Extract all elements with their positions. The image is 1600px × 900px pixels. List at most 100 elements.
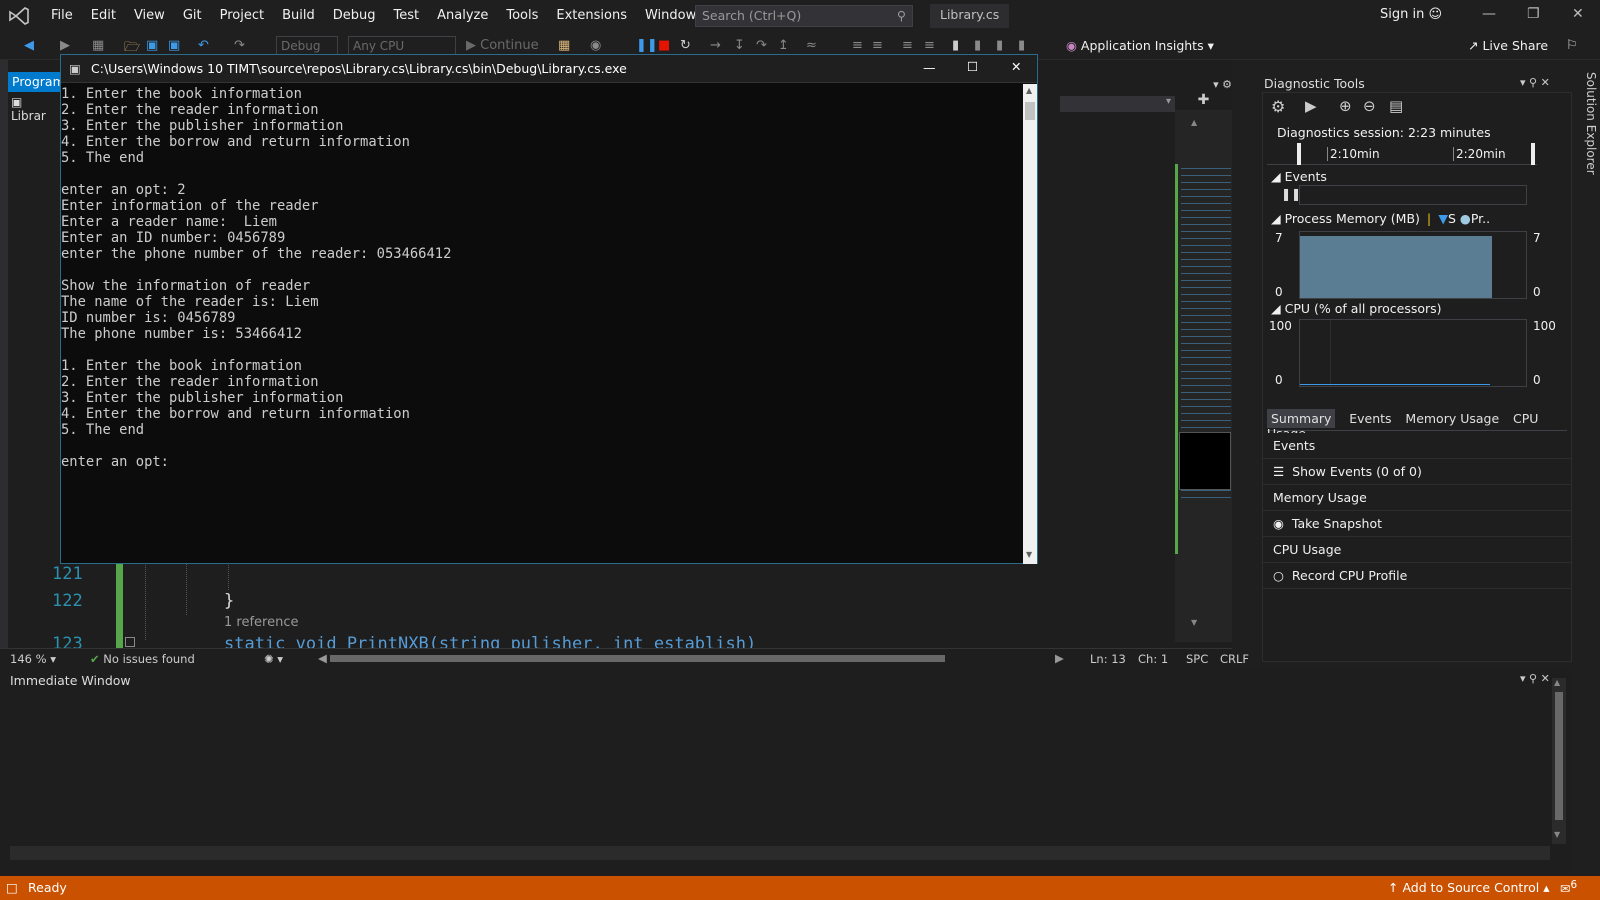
undo-icon[interactable]: ↶ [198, 38, 209, 53]
diag-window-controls[interactable]: ▾ ⚲ ✕ [1520, 76, 1550, 89]
comment-icon[interactable]: ≡ [852, 38, 863, 53]
tab-program[interactable]: Program [8, 72, 65, 92]
new-project-icon[interactable]: ▦ [92, 38, 104, 53]
immediate-scroll-thumb[interactable] [1555, 692, 1563, 820]
immediate-window[interactable]: Immediate Window ▾ ⚲ ✕ ▲ ▼ [0, 668, 1572, 876]
console-scroll-thumb[interactable] [1025, 102, 1035, 120]
memory-chart[interactable] [1299, 231, 1527, 299]
scroll-left-icon[interactable]: ◀ [318, 651, 327, 665]
console-close-icon[interactable]: ✕ [1011, 59, 1021, 74]
console-title-bar[interactable]: ▣ C:\Users\Windows 10 TIMT\source\repos\… [61, 55, 1037, 83]
code-line[interactable]: static void PrintNXB(string pulisher, in… [224, 634, 756, 648]
feedback-icon[interactable]: ⚐ [1566, 38, 1578, 53]
immediate-scroll-down-icon[interactable]: ▼ [1554, 830, 1560, 839]
stop-icon[interactable]: ■ [658, 38, 670, 53]
platform-dropdown[interactable]: Any CPU [348, 36, 456, 56]
close-icon[interactable]: ✕ [1572, 6, 1584, 22]
save-all-icon[interactable]: ▣ [168, 38, 180, 53]
show-next-statement-icon[interactable]: → [710, 38, 721, 53]
step-out-icon[interactable]: ↥ [778, 38, 789, 53]
minimap-scrollbar[interactable]: ✚ ▲ ▼ [1175, 92, 1232, 642]
pause-icon[interactable]: ❚❚ [636, 38, 658, 53]
immediate-vertical-scrollbar[interactable]: ▲ ▼ [1552, 678, 1566, 844]
output-icon[interactable]: □ [6, 880, 18, 895]
tab-overflow[interactable]: ▾ ⚙ [1020, 78, 1232, 92]
menu-project[interactable]: Project [211, 0, 273, 32]
immediate-horizontal-scrollbar[interactable] [10, 846, 1550, 860]
line-ending-indicator[interactable]: CRLF [1220, 652, 1249, 666]
menu-debug[interactable]: Debug [324, 0, 385, 32]
application-insights-button[interactable]: ◉ Application Insights ▾ [1066, 38, 1214, 53]
timeline-ruler[interactable]: 2:10min 2:20min [1267, 143, 1537, 165]
save-icon[interactable]: ▣ [146, 38, 158, 53]
console-minimize-icon[interactable]: — [923, 60, 936, 75]
record-cpu-profile-button[interactable]: ○ Record CPU Profile [1263, 563, 1571, 589]
collapse-toggle-icon[interactable] [125, 637, 135, 647]
step-into-icon[interactable]: ↧ [734, 38, 745, 53]
sign-in-link[interactable]: Sign in ☺ [1380, 7, 1442, 22]
restart-icon[interactable]: ↻ [680, 38, 691, 53]
configuration-dropdown[interactable]: Debug [276, 36, 338, 56]
forward-icon[interactable]: ▶ [60, 38, 70, 53]
codelens-references[interactable]: 1 reference [224, 615, 298, 630]
menu-git[interactable]: Git [174, 0, 211, 32]
redo-icon[interactable]: ↷ [234, 38, 245, 53]
zoom-dropdown[interactable]: 146 % ▾ [10, 652, 56, 666]
step-over-icon[interactable]: ↷ [756, 38, 767, 53]
scroll-down-icon[interactable]: ▼ [1191, 618, 1197, 627]
settings-icon[interactable]: ⚙ [1271, 97, 1285, 116]
code-cleanup-icon[interactable]: ✺ ▾ [264, 652, 283, 666]
restore-icon[interactable]: ❐ [1527, 6, 1540, 22]
code-line[interactable]: } [224, 591, 234, 611]
split-icon[interactable]: ✚ [1175, 92, 1232, 110]
outdent-icon[interactable]: ≡ [924, 38, 935, 53]
clear-bookmarks-icon[interactable]: ▮ [1018, 38, 1025, 53]
column-indicator[interactable]: Ch: 1 [1138, 652, 1168, 666]
console-scroll-down-icon[interactable]: ▼ [1026, 550, 1032, 559]
events-section[interactable]: ◢ Events [1271, 169, 1327, 184]
zoom-in-icon[interactable]: ⊕ [1339, 97, 1352, 115]
events-track[interactable] [1299, 185, 1527, 205]
screenshot-icon[interactable]: ◉ [590, 38, 601, 53]
cpu-section[interactable]: ◢ CPU (% of all processors) [1271, 301, 1442, 316]
continue-button[interactable]: ▶ Continue [466, 38, 539, 53]
solution-explorer-tab[interactable]: Solution Explorer [1578, 72, 1598, 192]
select-tools-icon[interactable]: ▶ [1305, 97, 1317, 115]
menu-extensions[interactable]: Extensions [547, 0, 636, 32]
immediate-scroll-up-icon[interactable]: ▲ [1554, 678, 1560, 687]
zoom-out-icon[interactable]: ⊖ [1363, 97, 1376, 115]
line-indicator[interactable]: Ln: 13 [1090, 652, 1126, 666]
menu-edit[interactable]: Edit [82, 0, 125, 32]
next-bookmark-icon[interactable]: ▮ [996, 38, 1003, 53]
take-snapshot-button[interactable]: ◉ Take Snapshot [1263, 511, 1571, 537]
back-icon[interactable]: ◀ [24, 38, 34, 53]
uncomment-icon[interactable]: ≡ [872, 38, 883, 53]
immediate-window-controls[interactable]: ▾ ⚲ ✕ [1520, 672, 1550, 685]
menu-file[interactable]: File [42, 0, 82, 32]
console-maximize-icon[interactable]: ☐ [967, 59, 978, 74]
reset-view-icon[interactable]: ▤ [1389, 97, 1403, 115]
notifications-icon[interactable]: ✉6 [1560, 879, 1577, 896]
tab-events[interactable]: Events [1349, 411, 1391, 426]
show-events-link[interactable]: ☰ Show Events (0 of 0) [1263, 459, 1571, 485]
menu-test[interactable]: Test [385, 0, 429, 32]
prev-bookmark-icon[interactable]: ▮ [974, 38, 981, 53]
hot-reload-icon[interactable]: ≈ [806, 38, 817, 53]
menu-view[interactable]: View [125, 0, 174, 32]
scroll-up-icon[interactable]: ▲ [1191, 118, 1197, 127]
console-window[interactable]: ▣ C:\Users\Windows 10 TIMT\source\repos\… [60, 54, 1038, 564]
live-share-button[interactable]: ↗ Live Share [1468, 38, 1548, 53]
menu-build[interactable]: Build [273, 0, 324, 32]
menu-tools[interactable]: Tools [497, 0, 547, 32]
console-scroll-up-icon[interactable]: ▲ [1026, 86, 1032, 95]
bookmark-icon[interactable]: ▮ [952, 38, 959, 53]
horizontal-scrollbar[interactable] [330, 655, 945, 662]
issues-indicator[interactable]: ✔ No issues found [90, 652, 195, 666]
whitespace-indicator[interactable]: SPC [1186, 652, 1208, 666]
folder-icon[interactable]: ▦ [558, 38, 570, 53]
add-to-source-control-button[interactable]: ↑ Add to Source Control ▴ [1388, 880, 1550, 895]
timeline-start-handle[interactable] [1297, 143, 1301, 165]
menu-analyze[interactable]: Analyze [428, 0, 497, 32]
member-dropdown[interactable]: ▾ [1060, 96, 1175, 112]
cpu-chart[interactable] [1299, 319, 1527, 387]
